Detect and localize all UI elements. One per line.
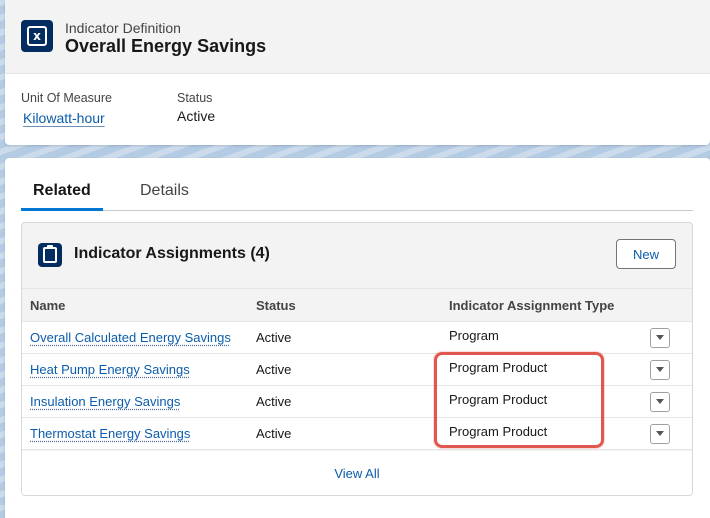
- row-actions-dropdown-icon[interactable]: [650, 327, 670, 348]
- column-header-status[interactable]: Status: [248, 288, 441, 322]
- related-list-title[interactable]: Indicator Assignments (4): [74, 245, 270, 263]
- row-name-link[interactable]: Insulation Energy Savings: [30, 394, 180, 409]
- row-type: Program Product: [449, 359, 548, 375]
- record-title: Overall Energy Savings: [65, 36, 267, 56]
- record-header-top: x Indicator Definition Overall Energy Sa…: [5, 0, 710, 74]
- row-type: Program Product: [449, 423, 548, 439]
- row-actions-dropdown-icon[interactable]: [650, 423, 670, 444]
- column-header-name[interactable]: Name: [22, 288, 248, 322]
- status-label: Status: [177, 91, 213, 105]
- table-header-row: Name Status Indicator Assignment Type: [22, 288, 692, 322]
- main-content-card: Related Details Indicator Assignments (4…: [5, 158, 710, 518]
- status-value: Active: [177, 108, 216, 124]
- row-name-link[interactable]: Thermostat Energy Savings: [30, 426, 190, 441]
- indicator-assignments-related-list: Indicator Assignments (4) New Name Statu…: [21, 222, 693, 496]
- related-list-header: Indicator Assignments (4) New: [22, 223, 692, 288]
- tab-details[interactable]: Details: [140, 182, 189, 200]
- row-type: Program: [449, 327, 499, 343]
- view-all-link[interactable]: View All: [334, 466, 379, 481]
- view-all-footer: View All: [22, 451, 692, 495]
- row-status: Active: [248, 385, 441, 418]
- unit-of-measure-label: Unit Of Measure: [21, 91, 113, 105]
- row-name-link[interactable]: Heat Pump Energy Savings: [30, 362, 190, 377]
- row-name-link[interactable]: Overall Calculated Energy Savings: [30, 330, 231, 345]
- row-actions-dropdown-icon[interactable]: [650, 391, 670, 412]
- row-actions-dropdown-icon[interactable]: [650, 359, 670, 380]
- tab-bar: Related Details: [21, 180, 693, 211]
- table-row: Overall Calculated Energy Savings Active…: [22, 321, 692, 354]
- object-type-label: Indicator Definition: [65, 20, 181, 36]
- record-header: x Indicator Definition Overall Energy Sa…: [5, 0, 710, 145]
- table-row: Insulation Energy Savings Active Program…: [22, 385, 692, 418]
- clipboard-icon: [38, 243, 62, 267]
- row-status: Active: [248, 321, 441, 354]
- new-button[interactable]: New: [616, 239, 676, 269]
- row-status: Active: [248, 353, 441, 386]
- table-row: Heat Pump Energy Savings Active Program …: [22, 353, 692, 386]
- row-status: Active: [248, 417, 441, 450]
- tab-related[interactable]: Related: [21, 182, 103, 211]
- table-row: Thermostat Energy Savings Active Program…: [22, 417, 692, 450]
- assignments-table: Name Status Indicator Assignment Type Ov…: [22, 288, 692, 450]
- unit-of-measure-link[interactable]: Kilowatt-hour: [23, 110, 105, 126]
- row-type: Program Product: [449, 391, 548, 407]
- indicator-definition-icon: x: [21, 20, 53, 52]
- column-header-type[interactable]: Indicator Assignment Type: [441, 288, 692, 322]
